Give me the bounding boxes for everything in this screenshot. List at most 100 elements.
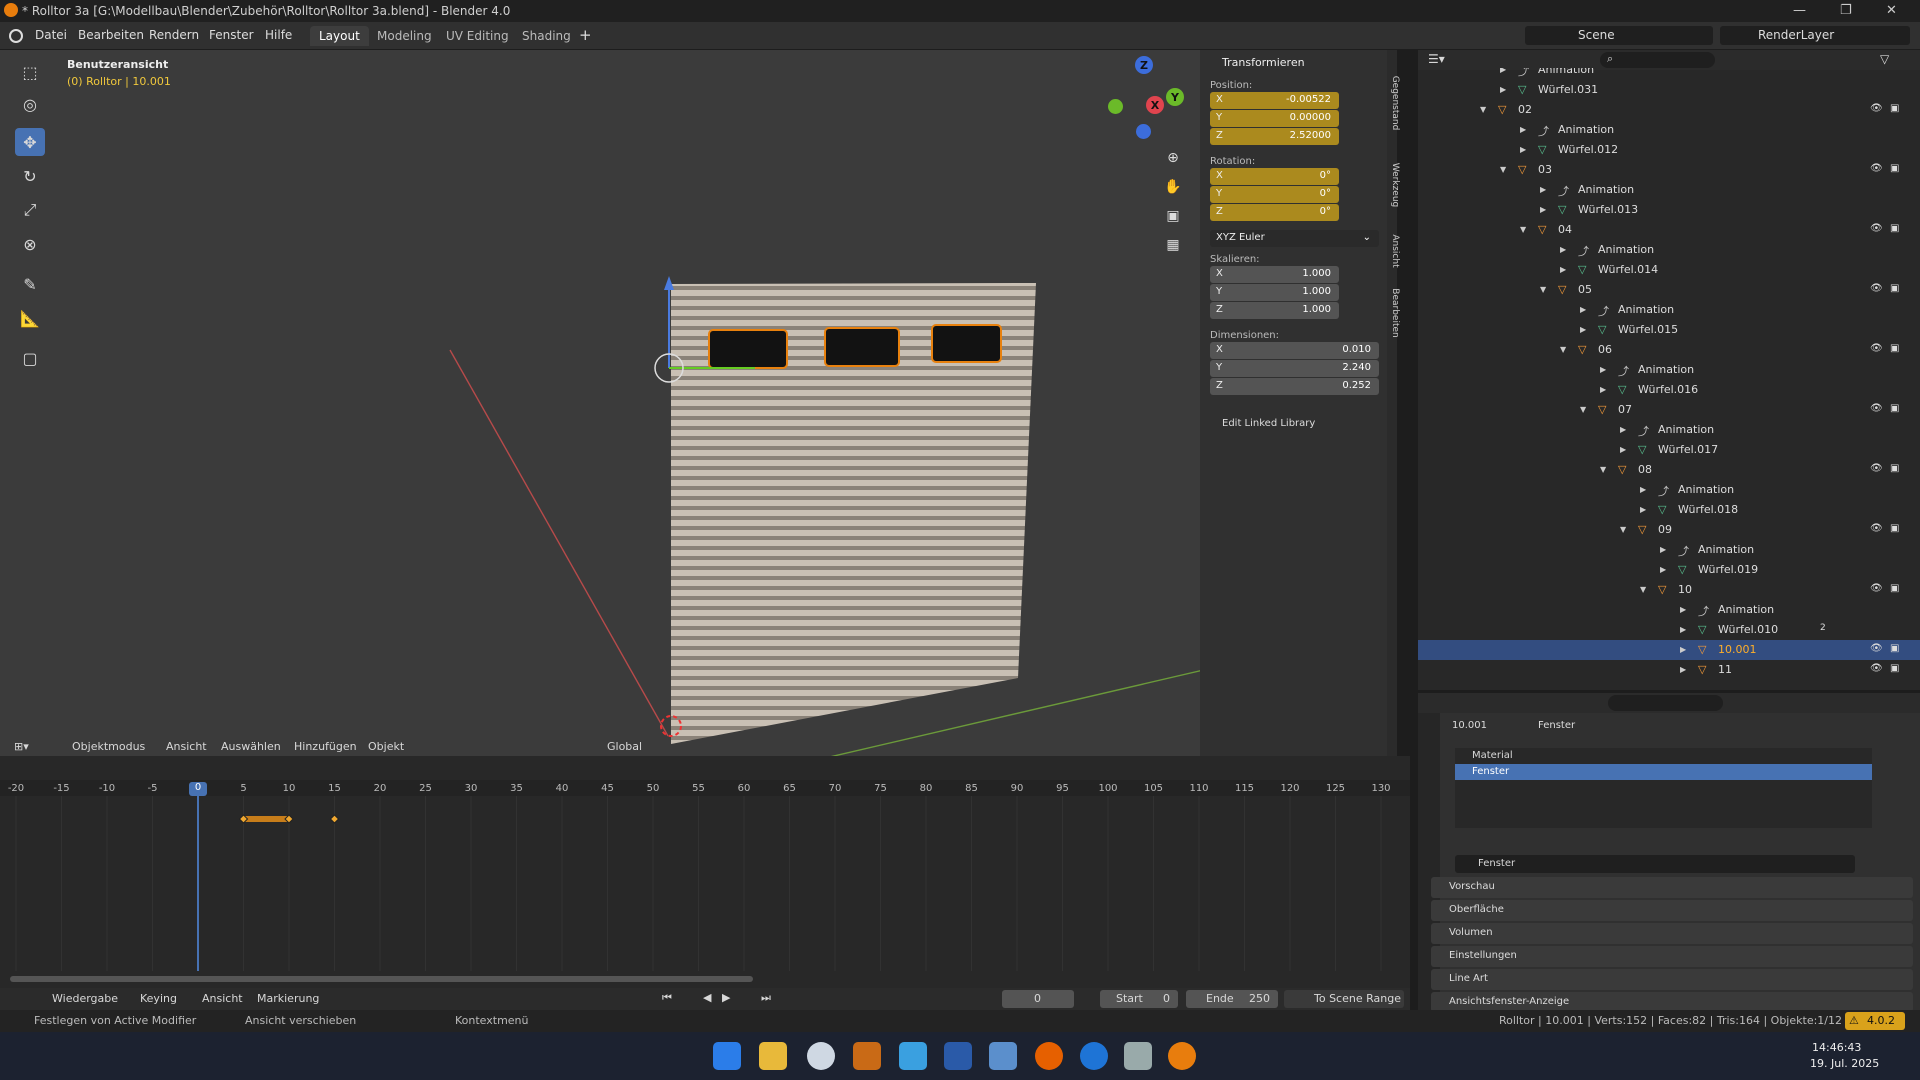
pan-hand-icon[interactable]: ✋ — [1160, 174, 1186, 200]
expand-arrow-icon[interactable]: ▶ — [1600, 385, 1606, 394]
outliner-row[interactable]: ▶ ▽ Würfel.015 — [1418, 320, 1920, 340]
expand-arrow-icon[interactable]: ▶ — [1580, 325, 1586, 334]
jump-end-icon[interactable]: ⏭ — [761, 991, 771, 1005]
outliner-row[interactable]: ▶ ▽ 11 👁 ▣ — [1418, 660, 1920, 680]
render-camera-icon[interactable]: ▣ — [1890, 583, 1899, 594]
move-icon[interactable]: ✥ — [15, 128, 45, 156]
scale-x-field[interactable]: X 1.000 — [1210, 266, 1339, 283]
collapse-arrow-icon[interactable]: ▼ — [1520, 225, 1526, 234]
photos-icon[interactable] — [899, 1042, 927, 1070]
start-frame-field[interactable]: Start 0 — [1100, 990, 1178, 1008]
select-box-icon[interactable]: ⬚ — [15, 58, 45, 86]
outliner-row[interactable]: ▶ ⤴ Animation — [1418, 300, 1920, 320]
expand-arrow-icon[interactable]: ▶ — [1600, 365, 1606, 374]
menu-objekt[interactable]: Objekt — [368, 740, 404, 753]
expand-arrow-icon[interactable]: ▶ — [1640, 485, 1646, 494]
outliner-row[interactable]: ▶ ▽ Würfel.014 — [1418, 260, 1920, 280]
section-einstellungen[interactable]: Einstellungen — [1431, 946, 1913, 967]
expand-arrow-icon[interactable]: ▶ — [1660, 565, 1666, 574]
expand-arrow-icon[interactable]: ▶ — [1640, 505, 1646, 514]
expand-arrow-icon[interactable]: ▶ — [1660, 545, 1666, 554]
menu-fenster[interactable]: Fenster — [209, 28, 254, 42]
rotation-z-field[interactable]: Z 0° — [1210, 204, 1339, 221]
outliner-row[interactable]: ▼ ▽ 09 👁 ▣ — [1418, 520, 1920, 540]
slot-material[interactable]: Material — [1455, 748, 1872, 764]
menu-keying[interactable]: Keying — [140, 992, 177, 1005]
expand-arrow-icon[interactable]: ▶ — [1620, 425, 1626, 434]
section-viewport-display[interactable]: Ansichtsfenster-Anzeige — [1431, 992, 1913, 1012]
render-camera-icon[interactable]: ▣ — [1890, 523, 1899, 534]
outliner-row[interactable]: ▶ ▽ Würfel.013 — [1418, 200, 1920, 220]
blender-menu-icon[interactable] — [9, 29, 23, 43]
current-frame-badge[interactable]: 0 — [189, 782, 207, 796]
measure-icon[interactable]: 📐 — [15, 304, 45, 332]
gizmo-y-axis[interactable]: Y — [1166, 88, 1184, 106]
tab-bearbeiten[interactable]: Bearbeiten — [1390, 283, 1400, 343]
menu-ansicht-timeline[interactable]: Ansicht — [202, 992, 243, 1005]
expand-arrow-icon[interactable]: ▶ — [1520, 145, 1526, 154]
outliner-row[interactable]: ▼ ▽ 05 👁 ▣ — [1418, 280, 1920, 300]
outliner-row[interactable]: ▼ ▽ 10 👁 ▣ — [1418, 580, 1920, 600]
dimension-z-field[interactable]: Z 0.252 — [1210, 378, 1379, 395]
outliner-row[interactable]: ▶ ⤴ Animation — [1418, 360, 1920, 380]
store-icon[interactable] — [853, 1042, 881, 1070]
menu-markierung[interactable]: Markierung — [257, 992, 319, 1005]
menu-bearbeiten[interactable]: Bearbeiten — [78, 28, 144, 42]
display-mode-icon[interactable]: ☰▾ — [1428, 52, 1445, 66]
expand-arrow-icon[interactable]: ▶ — [1540, 205, 1546, 214]
editor-type-icon[interactable]: ⊞▾ — [14, 740, 29, 753]
position-y-field[interactable]: Y 0.00000 — [1210, 110, 1339, 127]
outliner-row[interactable]: ▼ ▽ 06 👁 ▣ — [1418, 340, 1920, 360]
collapse-arrow-icon[interactable]: ▼ — [1580, 405, 1586, 414]
visibility-eye-icon[interactable]: 👁 — [1870, 523, 1883, 534]
outliner-search-input[interactable] — [1600, 52, 1715, 68]
scene-range-button[interactable]: To Scene Range — [1284, 990, 1404, 1008]
timeline[interactable]: -20 -15 -10 -5 0 5 10 15 20 25 30 35 40 45 50 55 60 65 70 7… — [0, 756, 1410, 1010]
visibility-eye-icon[interactable]: 👁 — [1870, 663, 1883, 674]
gizmo-x-axis[interactable]: X — [1146, 96, 1164, 114]
collapse-arrow-icon[interactable]: ▼ — [1560, 345, 1566, 354]
render-camera-icon[interactable]: ▣ — [1890, 463, 1899, 474]
tab-shading[interactable]: Shading — [513, 26, 580, 46]
tab-uv-editing[interactable]: UV Editing — [437, 26, 518, 46]
tab-ansicht[interactable]: Ansicht — [1390, 221, 1400, 281]
add-cube-icon[interactable]: ▢ — [15, 344, 45, 372]
outliner-row[interactable]: ▼ ▽ 07 👁 ▣ — [1418, 400, 1920, 420]
file-explorer-icon[interactable] — [759, 1042, 787, 1070]
annotate-icon[interactable]: ✎ — [15, 270, 45, 298]
steam-icon[interactable] — [807, 1042, 835, 1070]
render-camera-icon[interactable]: ▣ — [1890, 663, 1899, 674]
expand-arrow-icon[interactable]: ▶ — [1680, 665, 1686, 674]
section-volumen[interactable]: Volumen — [1431, 923, 1913, 944]
browser-icon[interactable] — [1080, 1042, 1108, 1070]
expand-arrow-icon[interactable]: ▶ — [1500, 68, 1506, 74]
transform-orientation[interactable]: Global — [607, 740, 642, 753]
outliner-row[interactable]: ▼ ▽ 03 👁 ▣ — [1418, 160, 1920, 180]
mode-selector[interactable]: Objektmodus — [58, 740, 150, 756]
minimize-icon[interactable]: — — [1793, 3, 1806, 18]
rotation-mode-select[interactable]: XYZ Euler ⌄ — [1210, 230, 1379, 247]
windows-start-icon[interactable] — [713, 1042, 741, 1070]
outliner-row[interactable]: ▶ ⤴ Animation — [1418, 180, 1920, 200]
scene-selector[interactable] — [1525, 26, 1713, 45]
menu-ansicht[interactable]: Ansicht — [166, 740, 207, 753]
outliner-row[interactable]: ▶ ⤴ Animation — [1418, 240, 1920, 260]
outliner-row[interactable]: ▶ ▽ 10.001 👁 ▣ — [1418, 640, 1920, 660]
train-app-icon[interactable] — [1124, 1042, 1152, 1070]
dimension-y-field[interactable]: Y 2.240 — [1210, 360, 1379, 377]
expand-arrow-icon[interactable]: ▶ — [1560, 265, 1566, 274]
render-camera-icon[interactable]: ▣ — [1890, 103, 1899, 114]
close-icon[interactable]: ✕ — [1886, 3, 1897, 18]
expand-arrow-icon[interactable]: ▶ — [1680, 625, 1686, 634]
gizmo-neg-y[interactable] — [1108, 99, 1123, 114]
scale-z-field[interactable]: Z 1.000 — [1210, 302, 1339, 319]
collapse-arrow-icon[interactable]: ▼ — [1480, 105, 1486, 114]
visibility-eye-icon[interactable]: 👁 — [1870, 643, 1883, 654]
transform-panel-header[interactable]: Transformieren — [1222, 56, 1305, 69]
maximize-icon[interactable]: ❐ — [1840, 3, 1852, 18]
visibility-eye-icon[interactable]: 👁 — [1870, 343, 1883, 354]
menu-wiedergabe[interactable]: Wiedergabe — [52, 992, 118, 1005]
outliner-row[interactable]: ▶ ▽ Würfel.016 — [1418, 380, 1920, 400]
jump-start-icon[interactable]: ⏮ — [662, 991, 672, 1005]
render-camera-icon[interactable]: ▣ — [1890, 643, 1899, 654]
